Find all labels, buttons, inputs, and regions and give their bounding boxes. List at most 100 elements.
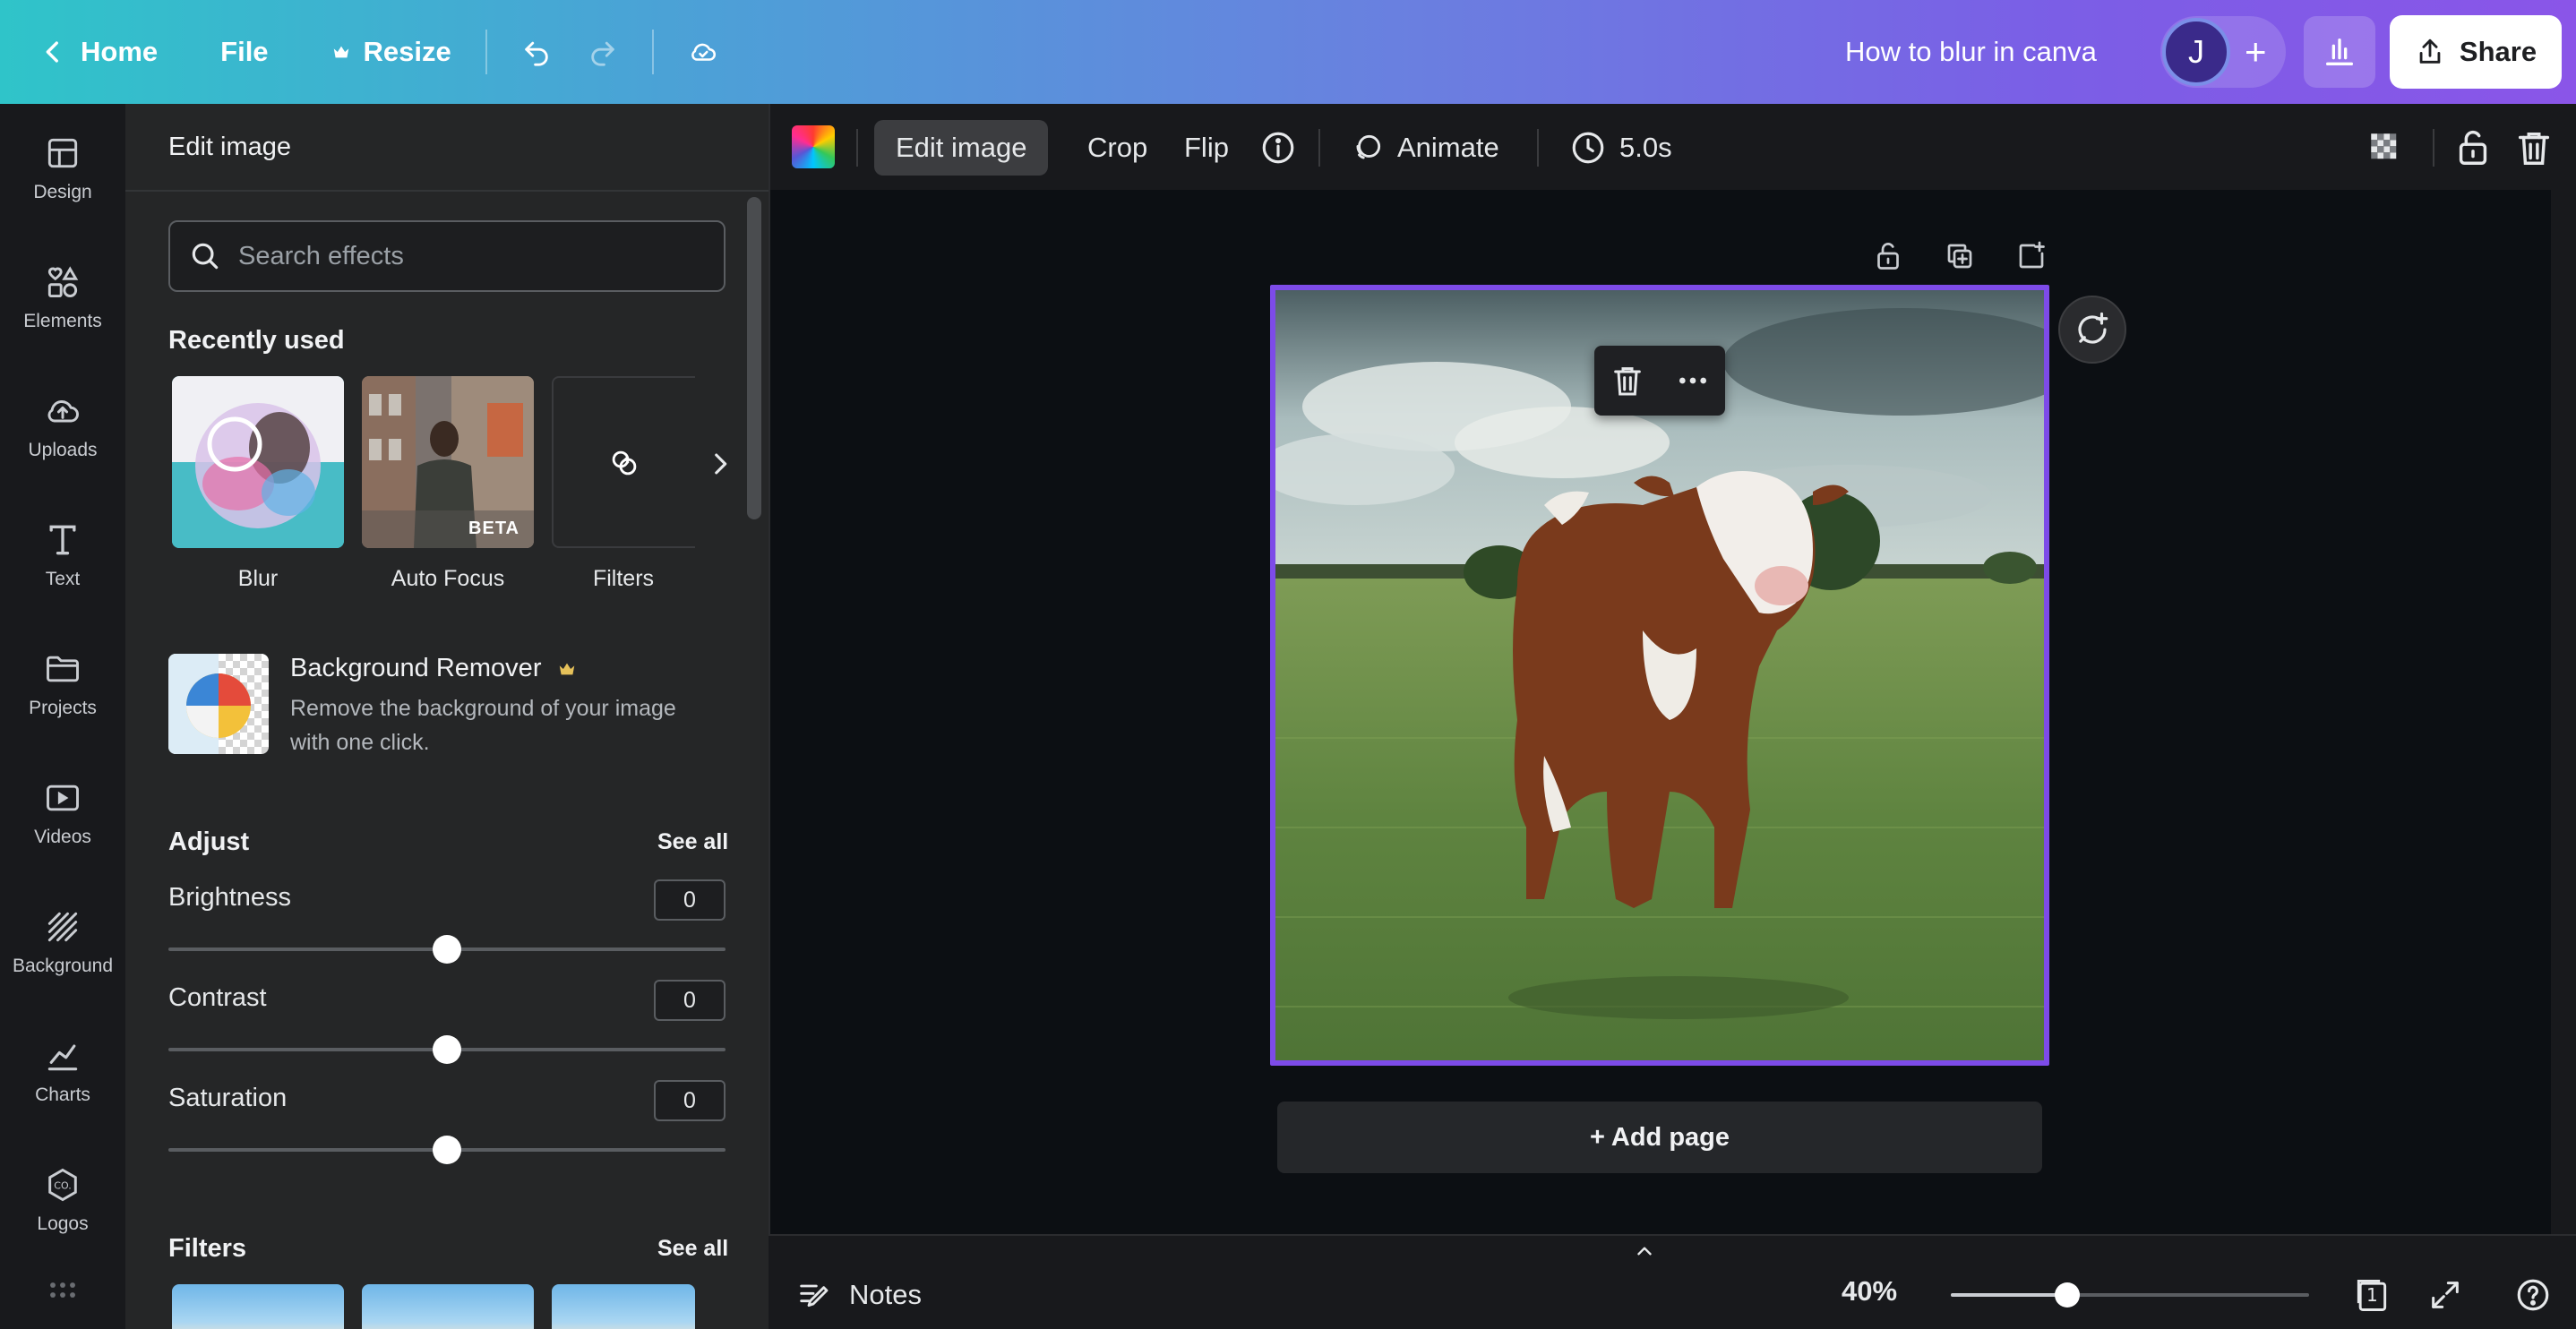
search-effects-field[interactable] xyxy=(168,220,726,292)
brightness-value-input[interactable]: 0 xyxy=(654,879,726,921)
share-button[interactable]: Share xyxy=(2390,15,2562,89)
rail-item-text[interactable]: Text xyxy=(0,491,125,620)
background-remover-title[interactable]: Background Remover xyxy=(290,654,577,683)
animate-button[interactable]: Animate xyxy=(1329,120,1521,176)
duration-label: 5.0s xyxy=(1619,132,1672,163)
brightness-slider-handle[interactable] xyxy=(433,935,461,964)
file-menu-button[interactable]: File xyxy=(202,17,286,87)
panel-scrollbar[interactable] xyxy=(747,197,761,519)
rail-label: Design xyxy=(33,182,92,202)
toolbar-divider xyxy=(1537,129,1539,167)
insights-button[interactable] xyxy=(2304,16,2375,88)
add-collaborator-button[interactable]: + xyxy=(2245,33,2267,71)
add-page-button[interactable]: + Add page xyxy=(1277,1102,2042,1173)
redo-icon xyxy=(591,41,614,66)
background-remover-label: Background Remover xyxy=(290,654,542,682)
edit-image-button[interactable]: Edit image xyxy=(874,120,1049,176)
rail-item-projects[interactable]: Projects xyxy=(0,620,125,749)
background-remover-thumbnail[interactable] xyxy=(168,654,269,754)
saturation-slider-handle[interactable] xyxy=(433,1136,461,1164)
rail-label: Logos xyxy=(37,1213,89,1234)
add-page-icon[interactable] xyxy=(2015,240,2048,272)
crown-icon xyxy=(333,46,348,58)
flip-label: Flip xyxy=(1184,132,1229,163)
uploads-icon xyxy=(47,400,79,423)
filters-effect-thumbnail[interactable] xyxy=(552,376,695,548)
toolbar-divider xyxy=(2433,129,2434,167)
rail-item-more[interactable] xyxy=(0,1265,125,1318)
panel-title: Edit image xyxy=(168,133,292,161)
fullscreen-button[interactable] xyxy=(2424,1273,2467,1316)
rail-item-logos[interactable]: CO. Logos xyxy=(0,1136,125,1265)
image-info-button[interactable] xyxy=(1247,120,1309,176)
recent-scroll-right-button[interactable] xyxy=(699,437,742,491)
blur-effect-thumbnail[interactable] xyxy=(172,376,344,548)
zoom-slider-handle[interactable] xyxy=(2055,1282,2080,1308)
rail-item-elements[interactable]: Elements xyxy=(0,233,125,362)
rail-item-design[interactable]: Design xyxy=(0,104,125,233)
chevron-left-icon xyxy=(46,41,58,63)
rail-label: Projects xyxy=(29,698,97,718)
rail-item-charts[interactable]: Charts xyxy=(0,1007,125,1136)
page-number: 1 xyxy=(2366,1284,2378,1306)
contrast-value-input[interactable]: 0 xyxy=(654,980,726,1021)
unlock-icon xyxy=(2459,130,2487,165)
auto-focus-effect-thumbnail[interactable]: BETA xyxy=(362,376,534,548)
redo-button[interactable] xyxy=(570,17,636,87)
document-title[interactable]: How to blur in canva xyxy=(1845,0,2097,104)
zoom-level[interactable]: 40% xyxy=(1842,1275,1897,1308)
folder-icon xyxy=(47,656,79,682)
rail-label: Uploads xyxy=(28,440,98,460)
more-options-icon[interactable] xyxy=(1675,363,1711,399)
delete-button[interactable] xyxy=(2513,127,2555,168)
show-pages-toggle[interactable] xyxy=(1612,1238,1677,1265)
rail-label: Text xyxy=(45,569,81,589)
duplicate-page-icon[interactable] xyxy=(1944,240,1976,272)
duration-button[interactable]: 5.0s xyxy=(1548,120,1694,176)
filter-thumbnail[interactable] xyxy=(362,1284,534,1329)
svg-text:CO.: CO. xyxy=(54,1180,71,1192)
background-remover-description: Remove the background of your image with… xyxy=(290,696,676,755)
undo-icon xyxy=(525,41,548,66)
rail-label: Charts xyxy=(35,1085,90,1105)
filters-see-all-link[interactable]: See all xyxy=(657,1236,728,1262)
beta-badge: BETA xyxy=(468,519,519,538)
search-effects-input[interactable] xyxy=(238,241,704,271)
rail-item-background[interactable]: Background xyxy=(0,878,125,1007)
notes-button[interactable]: Notes xyxy=(795,1270,922,1320)
page-lock-icon[interactable] xyxy=(1872,240,1904,272)
saturation-label: Saturation xyxy=(168,1084,288,1112)
contrast-slider-handle[interactable] xyxy=(433,1035,461,1064)
image-quick-menu xyxy=(1594,346,1725,416)
avatar[interactable]: J xyxy=(2162,18,2230,86)
filters-heading: Filters xyxy=(168,1234,247,1263)
color-swatch-button[interactable] xyxy=(792,125,835,168)
filter-thumbnail[interactable] xyxy=(552,1284,695,1329)
rail-item-videos[interactable]: Videos xyxy=(0,749,125,878)
rail-item-uploads[interactable]: Uploads xyxy=(0,362,125,491)
resize-button[interactable]: Resize xyxy=(313,17,469,87)
help-button[interactable] xyxy=(2512,1273,2555,1316)
topbar-divider xyxy=(651,30,654,74)
page-count-button[interactable]: 1 xyxy=(2350,1273,2393,1316)
recently-used-heading: Recently used xyxy=(168,326,345,355)
undo-button[interactable] xyxy=(503,17,570,87)
adjust-see-all-link[interactable]: See all xyxy=(657,829,728,855)
filter-thumbnail[interactable] xyxy=(172,1284,344,1329)
add-comment-button[interactable] xyxy=(2058,296,2126,364)
videos-icon xyxy=(47,785,79,811)
edit-image-panel: Edit image Recently used Blur xyxy=(125,104,769,1329)
home-button[interactable]: Home xyxy=(20,17,176,87)
beach-ball-image xyxy=(168,654,269,754)
transparency-button[interactable] xyxy=(2366,129,2404,167)
trash-icon[interactable] xyxy=(1610,363,1645,399)
saturation-value-input[interactable]: 0 xyxy=(654,1080,726,1121)
lock-button[interactable] xyxy=(2452,127,2494,168)
animate-icon xyxy=(1356,134,1381,159)
crop-button[interactable]: Crop xyxy=(1066,120,1169,176)
canvas-scrollbar[interactable] xyxy=(2551,190,2576,1234)
save-status-button[interactable] xyxy=(670,17,736,87)
comment-add-icon xyxy=(2078,312,2108,344)
auto-focus-effect-label: Auto Focus xyxy=(391,566,505,591)
flip-button[interactable]: Flip xyxy=(1163,120,1250,176)
